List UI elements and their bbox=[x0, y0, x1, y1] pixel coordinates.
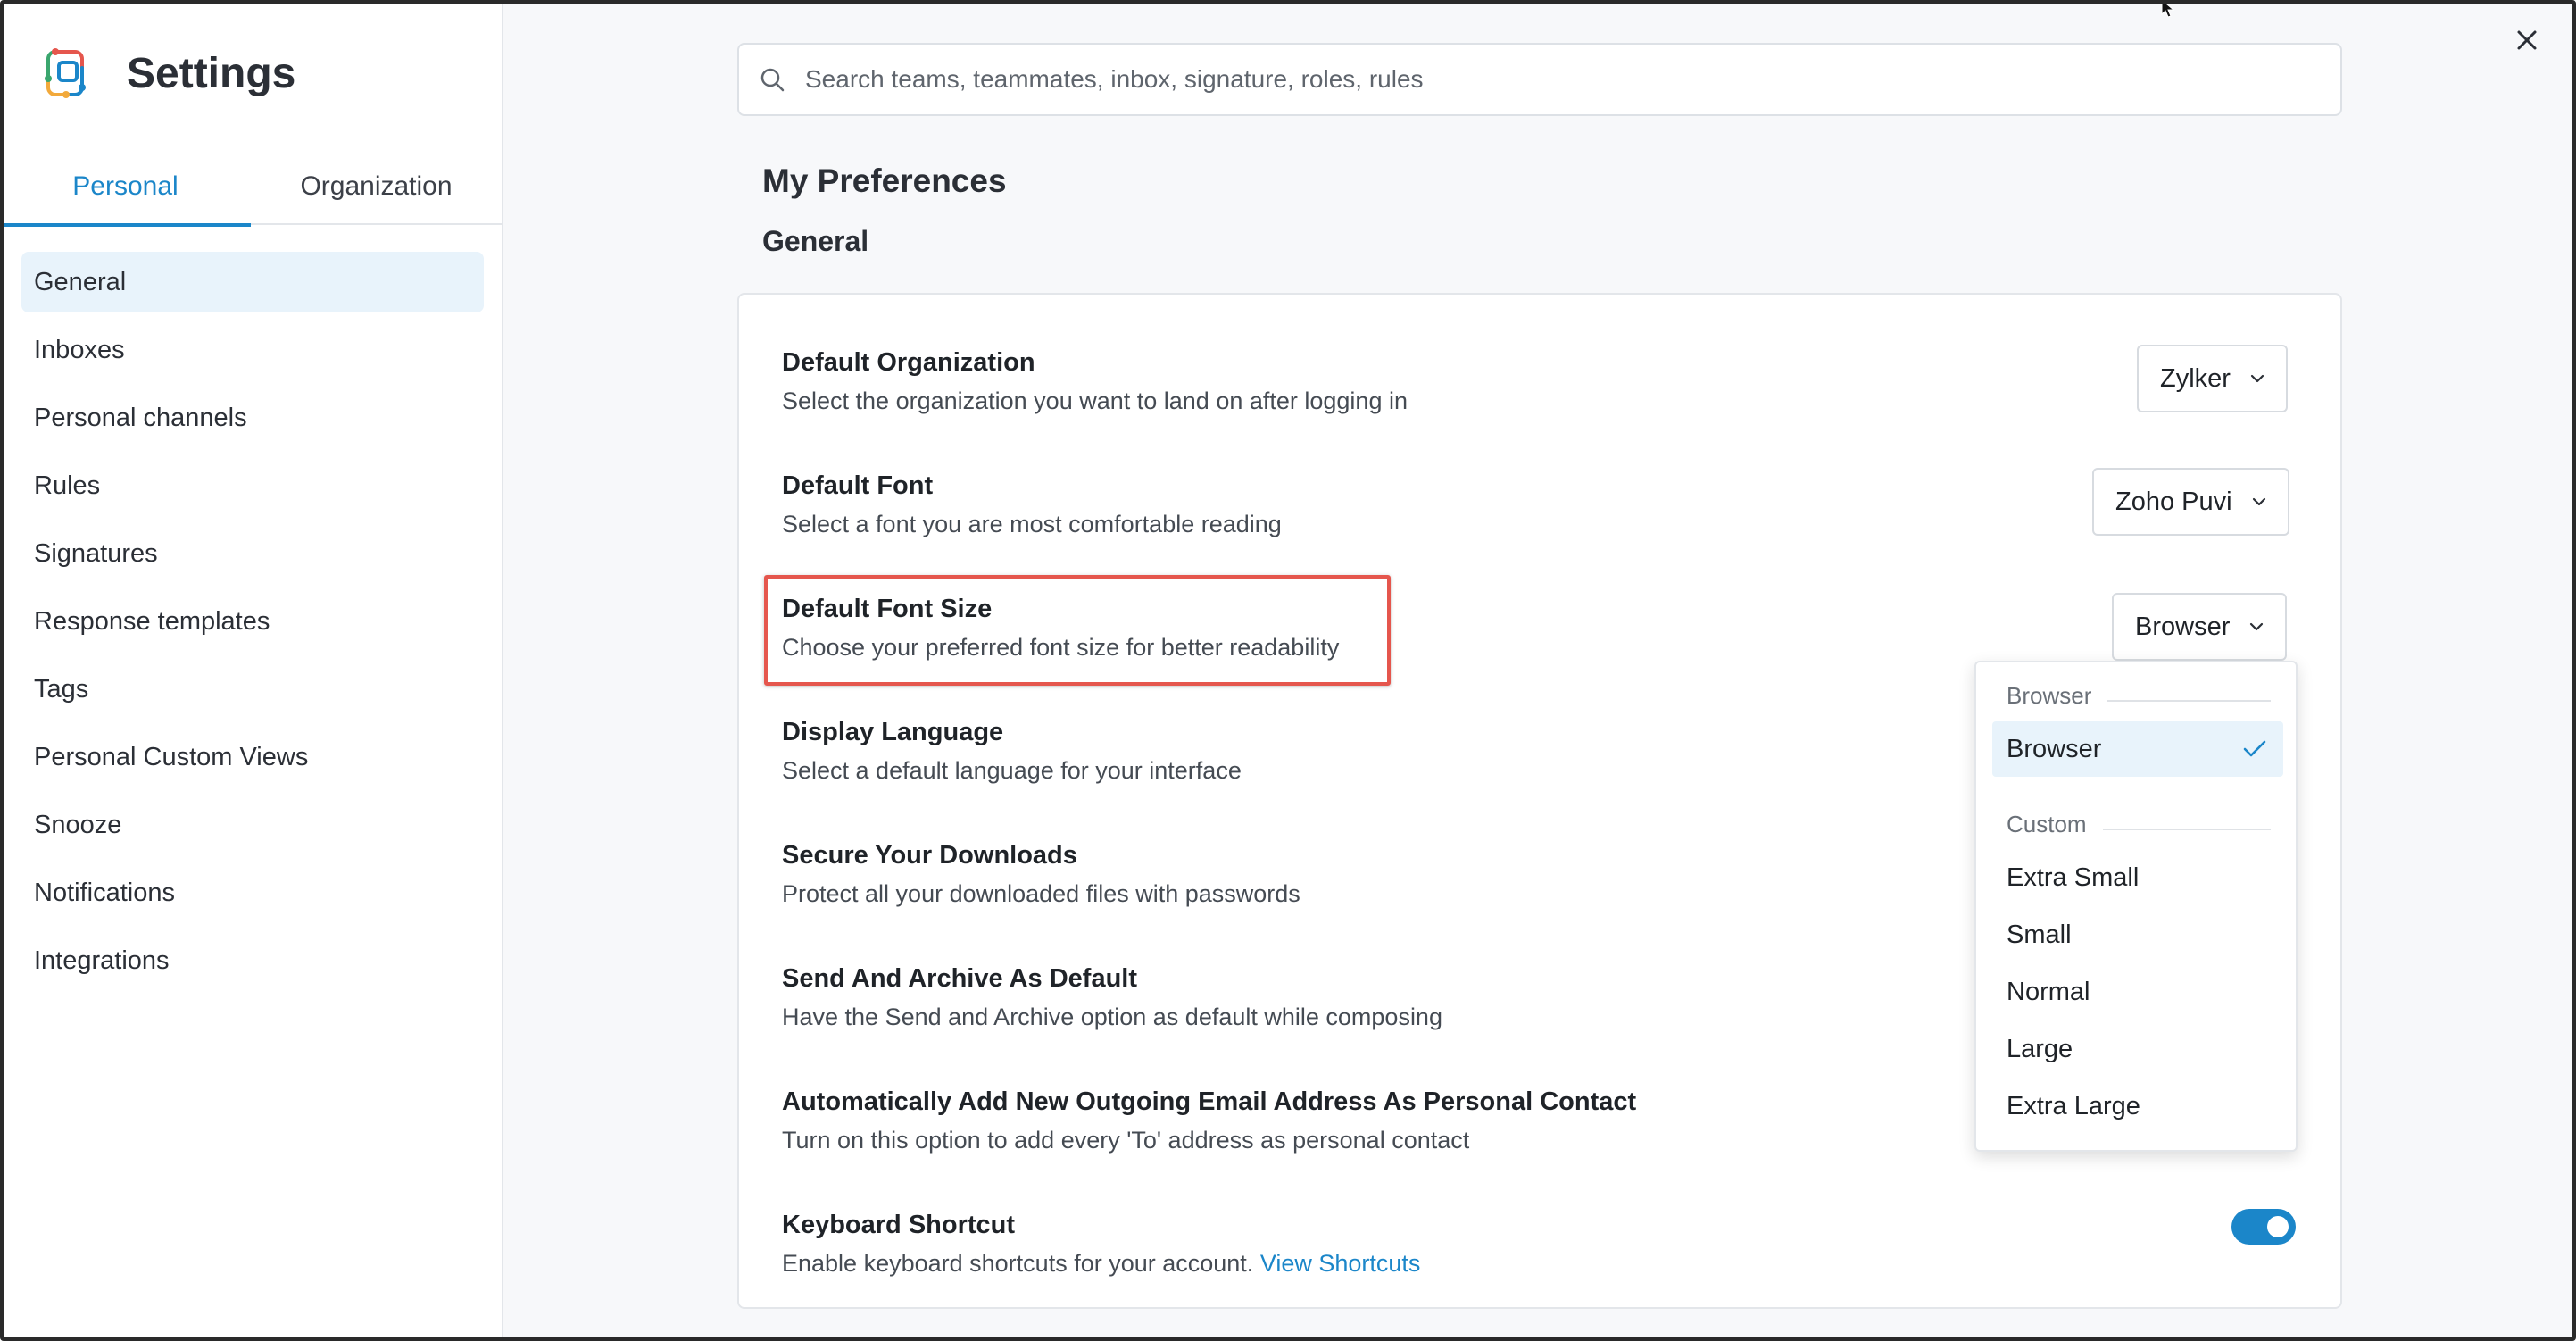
sidebar-item-signatures[interactable]: Signatures bbox=[21, 523, 484, 584]
font-size-option-extra-small[interactable]: Extra Small bbox=[1992, 850, 2283, 905]
select-value: Zylker bbox=[2160, 363, 2231, 393]
group-divider bbox=[2107, 699, 2271, 702]
setting-desc-text: Enable keyboard shortcuts for your accou… bbox=[782, 1250, 1254, 1277]
search-icon bbox=[760, 68, 785, 92]
keyboard-shortcut-toggle[interactable] bbox=[2231, 1209, 2296, 1245]
setting-default-organization: Default Organization Select the organiza… bbox=[782, 345, 1408, 418]
sidebar-item-inboxes[interactable]: Inboxes bbox=[21, 320, 484, 380]
sidebar-item-tags[interactable]: Tags bbox=[21, 659, 484, 720]
settings-tabs: Personal Organization bbox=[0, 148, 502, 227]
setting-label: Keyboard Shortcut bbox=[782, 1211, 1016, 1239]
sidebar-item-personal-channels[interactable]: Personal channels bbox=[21, 387, 484, 448]
font-size-dropdown-menu: Browser Browser Custom Extra Small Small… bbox=[1974, 661, 2298, 1152]
setting-send-and-archive: Send And Archive As Default Have the Sen… bbox=[782, 961, 1442, 1034]
setting-desc: Have the Send and Archive option as defa… bbox=[782, 1004, 1442, 1030]
tab-organization[interactable]: Organization bbox=[251, 148, 502, 225]
setting-label: Default Font bbox=[782, 471, 934, 500]
sidebar-item-snooze[interactable]: Snooze bbox=[21, 795, 484, 855]
font-size-option-large[interactable]: Large bbox=[1992, 1021, 2283, 1077]
setting-label: Secure Your Downloads bbox=[782, 841, 1077, 870]
settings-search bbox=[737, 43, 2342, 116]
font-size-option-normal[interactable]: Normal bbox=[1992, 964, 2283, 1020]
sidebar-item-personal-custom-views[interactable]: Personal Custom Views bbox=[21, 727, 484, 787]
sidebar-item-general[interactable]: General bbox=[21, 252, 484, 312]
default-font-select[interactable]: Zoho Puvi bbox=[2092, 468, 2289, 536]
font-size-option-extra-large[interactable]: Extra Large bbox=[1992, 1079, 2283, 1134]
page-title: My Preferences bbox=[762, 162, 1007, 199]
settings-sidebar: Settings Personal Organization General I… bbox=[0, 0, 503, 1341]
sidebar-item-integrations[interactable]: Integrations bbox=[21, 930, 484, 991]
setting-label: Display Language bbox=[782, 718, 1004, 746]
chevron-down-icon bbox=[2252, 497, 2265, 506]
group-label: Browser bbox=[2007, 682, 2092, 709]
setting-secure-downloads: Secure Your Downloads Protect all your d… bbox=[782, 837, 1300, 911]
setting-label: Automatically Add New Outgoing Email Add… bbox=[782, 1087, 1637, 1116]
setting-keyboard-shortcut: Keyboard Shortcut Enable keyboard shortc… bbox=[782, 1207, 1420, 1280]
sidebar-item-notifications[interactable]: Notifications bbox=[21, 862, 484, 923]
setting-label: Send And Archive As Default bbox=[782, 964, 1138, 993]
chevron-down-icon bbox=[2250, 374, 2264, 383]
setting-desc: Select a font you are most comfortable r… bbox=[782, 511, 1282, 537]
setting-default-font: Default Font Select a font you are most … bbox=[782, 468, 1282, 541]
setting-desc: Turn on this option to add every 'To' ad… bbox=[782, 1127, 1470, 1154]
tab-personal[interactable]: Personal bbox=[0, 148, 251, 227]
setting-label: Default Organization bbox=[782, 348, 1035, 377]
select-value: Browser bbox=[2135, 612, 2231, 641]
settings-title: Settings bbox=[127, 49, 296, 97]
close-icon[interactable] bbox=[2512, 25, 2542, 55]
default-organization-select[interactable]: Zylker bbox=[2137, 345, 2288, 412]
sidebar-item-response-templates[interactable]: Response templates bbox=[21, 591, 484, 652]
setting-desc: Select the organization you want to land… bbox=[782, 387, 1408, 414]
sidebar-item-rules[interactable]: Rules bbox=[21, 455, 484, 516]
group-label: Custom bbox=[2007, 811, 2087, 837]
annotation-highlight-box bbox=[764, 575, 1391, 686]
select-value: Zoho Puvi bbox=[2115, 487, 2232, 516]
dropdown-group-browser: Browser bbox=[2007, 682, 2271, 710]
mouse-cursor-icon bbox=[2161, 0, 2175, 18]
setting-auto-add-contact: Automatically Add New Outgoing Email Add… bbox=[782, 1084, 1636, 1157]
section-title: General bbox=[762, 225, 869, 257]
check-icon bbox=[2243, 740, 2266, 757]
chevron-down-icon bbox=[2250, 622, 2264, 631]
setting-desc: Select a default language for your inter… bbox=[782, 757, 1242, 784]
brand: Settings bbox=[36, 37, 295, 109]
option-label: Browser bbox=[2007, 734, 2102, 763]
search-input[interactable] bbox=[805, 65, 2340, 94]
dropdown-group-custom: Custom bbox=[2007, 811, 2271, 838]
app-logo-icon bbox=[45, 48, 86, 98]
default-font-size-select[interactable]: Browser bbox=[2112, 593, 2288, 661]
sidebar-nav: General Inboxes Personal channels Rules … bbox=[21, 252, 484, 998]
toggle-knob bbox=[2267, 1216, 2289, 1237]
setting-desc: Enable keyboard shortcuts for your accou… bbox=[782, 1246, 1420, 1280]
setting-desc: Protect all your downloaded files with p… bbox=[782, 880, 1300, 907]
view-shortcuts-link[interactable]: View Shortcuts bbox=[1260, 1250, 1421, 1277]
font-size-option-small[interactable]: Small bbox=[1992, 907, 2283, 962]
group-divider bbox=[2102, 828, 2271, 830]
setting-display-language: Display Language Select a default langua… bbox=[782, 714, 1242, 787]
font-size-option-browser[interactable]: Browser bbox=[1992, 721, 2283, 777]
